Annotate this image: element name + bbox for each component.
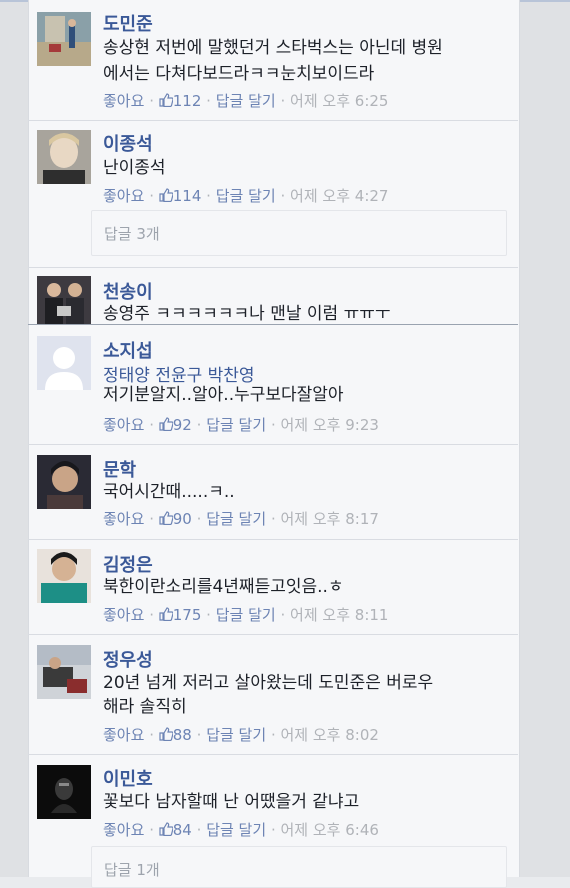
reply-link[interactable]: 답글 달기 [216, 606, 276, 624]
comment-author[interactable]: 이민호 [103, 765, 153, 791]
divider [28, 324, 518, 325]
thumbs-up-icon [159, 511, 173, 525]
like-link[interactable]: 좋아요 [103, 416, 144, 434]
avatar[interactable] [37, 645, 91, 699]
comment-author[interactable]: 도민준 [103, 10, 153, 36]
comment-meta: 좋아요 · 88 · 답글 달기 · 어제 오후 8:02 [103, 726, 379, 744]
comment-meta: 좋아요 · 175 · 답글 달기 · 어제 오후 8:11 [103, 606, 389, 624]
comment-meta: 좋아요 · 112 · 답글 달기 · 어제 오후 6:25 [103, 92, 389, 110]
comment-text: 북한이란소리를4년째듣고잇음..ㅎ [103, 577, 344, 597]
like-link[interactable]: 좋아요 [103, 187, 144, 205]
avatar[interactable] [37, 455, 91, 509]
comment-meta: 좋아요 · 92 · 답글 달기 · 어제 오후 9:23 [103, 416, 379, 434]
replies-count: 답글 3개 [104, 225, 160, 243]
like-count[interactable]: 92 [159, 416, 192, 434]
comment-text: 에서는 다쳐다보드라ㅋㅋ눈치보이드라 [103, 64, 375, 84]
avatar[interactable] [37, 276, 91, 324]
like-count[interactable]: 84 [159, 821, 192, 839]
comment-text: 송영주 ㅋㅋㅋㅋㅋㅋ나 맨날 이럼 ㅠㅠㅜ [103, 304, 391, 323]
thumbs-up-icon [159, 822, 173, 836]
timestamp[interactable]: 어제 오후 9:23 [281, 416, 379, 434]
comment-author[interactable]: 이종석 [103, 130, 153, 156]
divider [28, 120, 518, 121]
thumbs-up-icon [159, 188, 173, 202]
comment-text: 저기분알지..알아..누구보다잘알아 [103, 385, 344, 405]
thumbs-up-icon [159, 607, 173, 621]
comments-panel [28, 0, 520, 877]
like-link[interactable]: 좋아요 [103, 92, 144, 110]
view-replies-button[interactable]: 답글 3개 [91, 210, 507, 256]
comment-text: 꽃보다 남자할때 난 어땠을거 같냐고 [103, 792, 360, 812]
comment-meta: 좋아요 · 114 · 답글 달기 · 어제 오후 4:27 [103, 187, 389, 205]
divider [28, 267, 518, 268]
timestamp[interactable]: 어제 오후 6:25 [290, 92, 388, 110]
avatar[interactable] [37, 336, 91, 390]
like-count[interactable]: 88 [159, 726, 192, 744]
avatar[interactable] [37, 549, 91, 603]
avatar[interactable] [37, 130, 91, 184]
divider [28, 539, 518, 540]
reply-link[interactable]: 답글 달기 [216, 187, 276, 205]
reply-link[interactable]: 답글 달기 [206, 726, 266, 744]
divider [28, 634, 518, 635]
thumbs-up-icon [159, 417, 173, 431]
reply-link[interactable]: 답글 달기 [206, 821, 266, 839]
thumbs-up-icon [159, 93, 173, 107]
avatar[interactable] [37, 12, 91, 66]
like-link[interactable]: 좋아요 [103, 821, 144, 839]
like-link[interactable]: 좋아요 [103, 606, 144, 624]
comment-author[interactable]: 소지섭 [103, 337, 153, 363]
comment-text: 난이종석 [103, 158, 166, 178]
like-link[interactable]: 좋아요 [103, 726, 144, 744]
timestamp[interactable]: 어제 오후 8:11 [290, 606, 388, 624]
comment-text: 해라 솔직히 [103, 697, 187, 717]
reply-link[interactable]: 답글 달기 [216, 92, 276, 110]
comment-meta: 좋아요 · 90 · 답글 달기 · 어제 오후 8:17 [103, 510, 379, 528]
divider [28, 444, 518, 445]
comment-text: 송상현 저번에 말했던거 스타벅스는 아닌데 병원 [103, 38, 443, 58]
comment-text: 국어시간때.....ㅋ.. [103, 482, 235, 502]
timestamp[interactable]: 어제 오후 8:02 [281, 726, 379, 744]
like-link[interactable]: 좋아요 [103, 510, 144, 528]
timestamp[interactable]: 어제 오후 6:46 [281, 821, 379, 839]
like-count[interactable]: 112 [159, 92, 201, 110]
timestamp[interactable]: 어제 오후 8:17 [281, 510, 379, 528]
comment-meta: 좋아요 · 84 · 답글 달기 · 어제 오후 6:46 [103, 821, 379, 839]
comment-text: 20년 넘게 저러고 살아왔는데 도민준은 버로우 [103, 673, 434, 693]
thumbs-up-icon [159, 727, 173, 741]
view-replies-button[interactable]: 답글 1개 [91, 846, 507, 888]
comment-author[interactable]: 정우성 [103, 646, 153, 672]
like-count[interactable]: 175 [159, 606, 201, 624]
reply-link[interactable]: 답글 달기 [206, 510, 266, 528]
avatar[interactable] [37, 765, 91, 819]
like-count[interactable]: 90 [159, 510, 192, 528]
reply-link[interactable]: 답글 달기 [206, 416, 266, 434]
like-count[interactable]: 114 [159, 187, 201, 205]
timestamp[interactable]: 어제 오후 4:27 [290, 187, 388, 205]
divider [28, 754, 518, 755]
